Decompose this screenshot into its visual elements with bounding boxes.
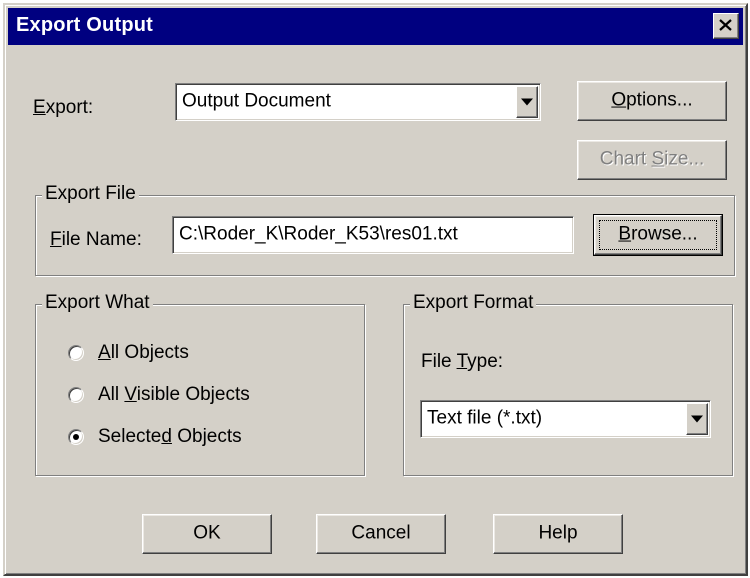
radio-circle xyxy=(68,429,84,445)
window-title: Export Output xyxy=(16,14,154,36)
export-select-value: Output Document xyxy=(182,90,331,112)
chevron-down-icon xyxy=(521,98,533,106)
export-format-group: Export Format File Type: Text file (*.tx… xyxy=(403,292,733,476)
help-button[interactable]: Help xyxy=(493,514,623,554)
file-type-value: Text file (*.txt) xyxy=(427,407,543,429)
radio-all-visible-objects[interactable]: All Visible Objects xyxy=(68,384,308,408)
file-name-value: C:\Roder_K\Roder_K53\res01.txt xyxy=(179,223,458,245)
file-type-select[interactable]: Text file (*.txt) xyxy=(420,400,711,438)
export-label: Export: xyxy=(33,97,94,118)
export-select[interactable]: Output Document xyxy=(175,83,541,121)
radio-all-objects[interactable]: All Objects xyxy=(68,342,298,366)
export-what-group-title: Export What xyxy=(42,292,153,314)
file-type-label: File Type: xyxy=(421,351,504,372)
export-format-group-title: Export Format xyxy=(410,292,537,314)
export-output-dialog: Export Output Export: Output Document Op… xyxy=(3,3,748,576)
file-name-input[interactable]: C:\Roder_K\Roder_K53\res01.txt xyxy=(172,216,574,254)
chart-size-button[interactable]: Chart Size... xyxy=(577,140,727,180)
export-file-group-title: Export File xyxy=(42,183,139,205)
radio-selected-dot xyxy=(73,434,79,440)
radio-circle xyxy=(68,387,84,403)
cancel-button[interactable]: Cancel xyxy=(316,514,446,554)
radio-circle xyxy=(68,345,84,361)
ok-button[interactable]: OK xyxy=(142,514,272,554)
export-file-group: Export File File Name: C:\Roder_K\Roder_… xyxy=(35,183,735,276)
close-button[interactable] xyxy=(713,13,739,39)
radio-selected-objects[interactable]: Selected Objects xyxy=(68,426,308,450)
export-dropdown-button[interactable] xyxy=(516,86,538,118)
title-bar[interactable]: Export Output xyxy=(8,8,743,45)
browse-button[interactable]: Browse... xyxy=(593,214,723,256)
options-button[interactable]: Options... xyxy=(577,81,727,121)
close-icon xyxy=(719,19,732,31)
export-what-group: Export What All Objects All Visible Obje… xyxy=(35,292,365,476)
file-type-dropdown-button[interactable] xyxy=(686,403,708,435)
file-name-label: File Name: xyxy=(50,229,142,250)
chevron-down-icon xyxy=(691,415,703,423)
